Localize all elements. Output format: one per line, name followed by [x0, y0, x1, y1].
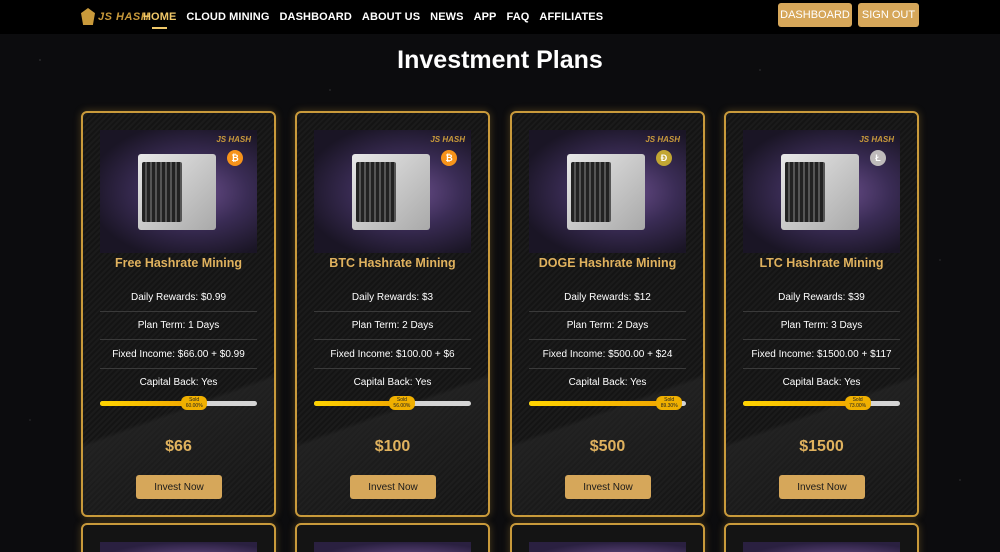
btc-icon: ₿: [441, 150, 457, 166]
plan-term: Plan Term: 3 Days: [743, 312, 900, 340]
sold-progress-fill: [100, 401, 195, 406]
plan-image: [529, 542, 686, 552]
plan-image: JS HASH Ð: [529, 130, 686, 253]
image-brand-text: JS HASH: [430, 135, 465, 144]
miner-icon: [352, 154, 430, 230]
miner-icon: [567, 154, 645, 230]
plan-card-partial: [724, 523, 919, 552]
plan-title: DOGE Hashrate Mining: [538, 256, 677, 270]
plan-title: LTC Hashrate Mining: [759, 256, 884, 270]
fixed-income: Fixed Income: $100.00 + $6: [314, 341, 471, 369]
sold-percent: 73.00%: [849, 403, 867, 409]
plan-price: $66: [165, 438, 192, 455]
plan-card: JS HASH Ł LTC Hashrate Mining Daily Rewa…: [724, 111, 919, 517]
dashboard-button[interactable]: DASHBOARD: [778, 3, 852, 27]
plan-price: $1500: [799, 438, 844, 455]
daily-rewards: Daily Rewards: $12: [529, 284, 686, 312]
logo-text: JS HASH: [98, 10, 150, 23]
plan-price: $500: [589, 438, 626, 455]
sold-badge: Sold 56.00%: [388, 396, 415, 410]
invest-now-button[interactable]: Invest Now: [136, 475, 222, 499]
miner-icon: [781, 154, 859, 230]
plan-term: Plan Term: 1 Days: [100, 312, 257, 340]
sold-percent: 56.00%: [393, 403, 411, 409]
plan-image: [743, 542, 900, 552]
invest-now-button[interactable]: Invest Now: [565, 475, 651, 499]
daily-rewards: Daily Rewards: $3: [314, 284, 471, 312]
sold-progress-fill: [743, 401, 858, 406]
miner-icon: [138, 154, 216, 230]
nav-home[interactable]: HOME: [143, 11, 176, 29]
sign-out-button[interactable]: SIGN OUT: [858, 3, 919, 27]
page-title: Investment Plans: [397, 46, 603, 74]
main-menu: HOME CLOUD MINING DASHBOARD ABOUT US NEW…: [143, 0, 613, 34]
plan-image: JS HASH Ł: [743, 130, 900, 253]
ltc-icon: Ł: [870, 150, 886, 166]
plan-title: BTC Hashrate Mining: [329, 256, 456, 270]
sold-progress-bar: [100, 401, 257, 406]
plan-card-partial: [81, 523, 276, 552]
capital-back: Capital Back: Yes: [139, 377, 218, 388]
capital-back: Capital Back: Yes: [782, 377, 861, 388]
doge-icon: Ð: [656, 150, 672, 166]
plan-title: Free Hashrate Mining: [114, 256, 243, 270]
btc-icon: ₿: [227, 150, 243, 166]
nav-affiliates[interactable]: AFFILIATES: [539, 11, 603, 23]
fixed-income: Fixed Income: $66.00 + $0.99: [100, 341, 257, 369]
sold-badge: Sold 89.30%: [656, 396, 683, 410]
daily-rewards: Daily Rewards: $0.99: [100, 284, 257, 312]
plan-card: JS HASH ₿ Free Hashrate Mining Daily Rew…: [81, 111, 276, 517]
plan-image: JS HASH ₿: [100, 130, 257, 253]
sold-badge: Sold 60.00%: [181, 396, 208, 410]
plan-image: JS HASH ₿: [314, 130, 471, 253]
capital-back: Capital Back: Yes: [568, 377, 647, 388]
nav-dashboard[interactable]: DASHBOARD: [280, 11, 352, 23]
sold-progress-fill: [529, 401, 670, 406]
invest-now-button[interactable]: Invest Now: [350, 475, 436, 499]
sold-progress-bar: [743, 401, 900, 406]
logo[interactable]: JS HASH: [81, 8, 149, 25]
image-brand-text: JS HASH: [859, 135, 894, 144]
fixed-income: Fixed Income: $500.00 + $24: [529, 341, 686, 369]
plan-image: [100, 542, 257, 552]
fixed-income: Fixed Income: $1500.00 + $117: [743, 341, 900, 369]
image-brand-text: JS HASH: [645, 135, 680, 144]
daily-rewards: Daily Rewards: $39: [743, 284, 900, 312]
plan-card: JS HASH Ð DOGE Hashrate Mining Daily Rew…: [510, 111, 705, 517]
sold-badge: Sold 73.00%: [844, 396, 871, 410]
nav-about-us[interactable]: ABOUT US: [362, 11, 420, 23]
sold-percent: 60.00%: [185, 403, 203, 409]
plan-card-partial: [510, 523, 705, 552]
nav-app[interactable]: APP: [474, 11, 497, 23]
plan-card-partial: [295, 523, 490, 552]
top-nav: JS HASH HOME CLOUD MINING DASHBOARD ABOU…: [0, 0, 1000, 34]
plan-card: JS HASH ₿ BTC Hashrate Mining Daily Rewa…: [295, 111, 490, 517]
plan-term: Plan Term: 2 Days: [529, 312, 686, 340]
plan-image: [314, 542, 471, 552]
invest-now-button[interactable]: Invest Now: [779, 475, 865, 499]
sold-percent: 89.30%: [660, 403, 678, 409]
image-brand-text: JS HASH: [216, 135, 251, 144]
nav-news[interactable]: NEWS: [430, 11, 463, 23]
plan-price: $100: [374, 438, 411, 455]
plan-term: Plan Term: 2 Days: [314, 312, 471, 340]
nav-cloud-mining[interactable]: CLOUD MINING: [186, 11, 269, 23]
nav-faq[interactable]: FAQ: [506, 11, 529, 23]
capital-back: Capital Back: Yes: [353, 377, 432, 388]
logo-icon: [81, 8, 95, 25]
